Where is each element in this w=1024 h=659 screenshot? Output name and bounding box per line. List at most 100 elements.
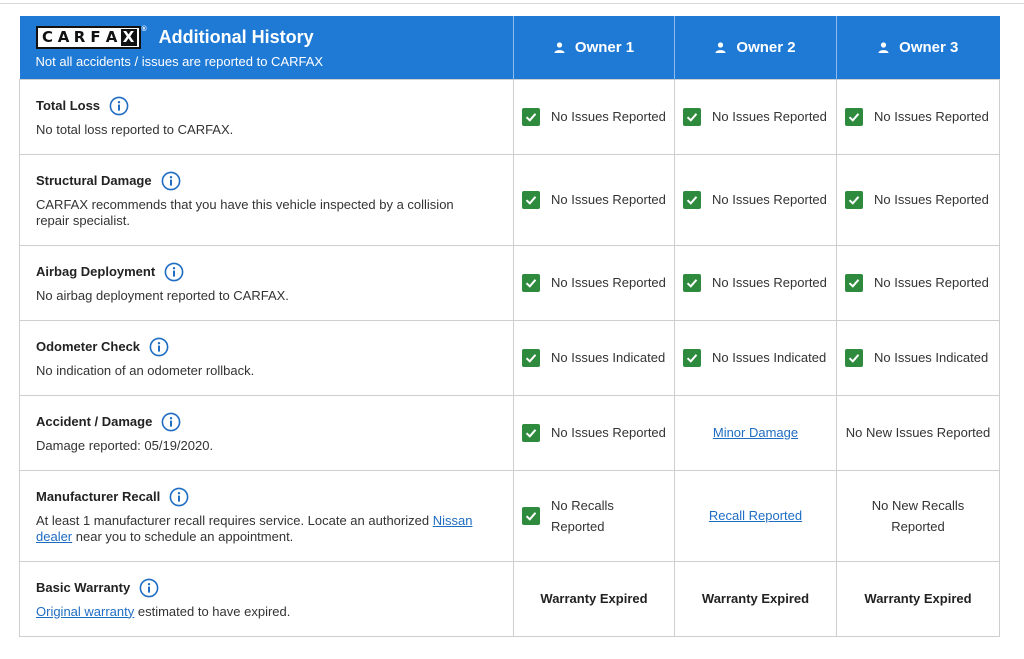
status-text: No Issues Reported	[874, 109, 989, 124]
row-description: No airbag deployment reported to CARFAX.	[36, 287, 289, 303]
status-text: No Issues Reported	[551, 275, 666, 290]
owner-3-status: No Issues Reported	[836, 153, 1000, 246]
owner-3-status: Warranty Expired	[836, 560, 1000, 637]
status-text: No Issues Indicated	[551, 350, 666, 365]
info-icon[interactable]	[164, 262, 184, 282]
recall-desc-tail: near you to schedule an appointment.	[72, 528, 294, 544]
status-text: No Issues Reported	[551, 192, 666, 207]
checkmark-icon	[522, 190, 540, 209]
owner-3-status: No Issues Reported	[836, 244, 1000, 321]
status-text: No Issues Reported	[874, 192, 989, 207]
info-icon[interactable]	[109, 96, 129, 116]
row-description: Damage reported: 05/19/2020.	[36, 437, 214, 453]
checkmark-icon	[845, 190, 863, 209]
checkmark-icon	[522, 107, 540, 126]
status-text: No Issues Reported	[712, 192, 827, 207]
owner-2-status: No Issues Reported	[674, 78, 837, 155]
info-icon[interactable]	[139, 578, 159, 598]
row-title: Manufacturer Recall	[36, 489, 161, 504]
status-text: No Issues Indicated	[712, 350, 827, 365]
owner-1-status: No Issues Reported	[513, 394, 675, 471]
carfax-logo: CARFAX	[35, 25, 141, 49]
checkmark-icon	[683, 348, 701, 367]
row-title: Airbag Deployment	[36, 264, 156, 279]
status-text: No Recalls Reported	[551, 497, 614, 534]
table-header-row: CARFAX ® Additional History Not all acci…	[19, 16, 1000, 79]
status-text: No New Recalls Reported	[871, 497, 965, 534]
checkmark-icon	[522, 423, 540, 442]
info-icon[interactable]	[161, 412, 181, 432]
owner-label: Owner 3	[899, 38, 959, 56]
checkmark-icon	[683, 273, 701, 292]
owner-1-status: No Issues Reported	[513, 244, 675, 321]
row-description-cell: Structural Damage CARFAX recommends that…	[19, 153, 514, 246]
status-text: No Issues Reported	[874, 275, 989, 290]
owner-1-status: No Issues Reported	[513, 78, 675, 155]
owner-3-status: No New Recalls Reported	[836, 469, 1000, 562]
owner-2-status: No Issues Indicated	[674, 319, 837, 396]
row-title: Basic Warranty	[36, 580, 131, 595]
row-description-cell: Accident / Damage Damage reported: 05/19…	[19, 394, 514, 471]
section-subtitle: Not all accidents / issues are reported …	[35, 53, 324, 69]
owner-1-status: Warranty Expired	[513, 560, 675, 637]
status-text: No Issues Reported	[551, 425, 666, 440]
owner-2-status: No Issues Reported	[674, 244, 837, 321]
checkmark-icon	[522, 348, 540, 367]
status-text: Warranty Expired	[540, 591, 648, 606]
history-row-odometer-check: Odometer Check No indication of an odome…	[19, 319, 1000, 396]
row-description-cell: Manufacturer Recall At least 1 manufactu…	[19, 469, 514, 562]
row-title: Accident / Damage	[36, 414, 153, 429]
owner-2-status: No Issues Reported	[674, 153, 837, 246]
row-title: Odometer Check	[36, 339, 141, 354]
row-description-cell: Total Loss No total loss reported to CAR…	[19, 78, 514, 155]
checkmark-icon	[845, 348, 863, 367]
checkmark-icon	[522, 273, 540, 292]
info-icon[interactable]	[149, 337, 169, 357]
checkmark-icon	[522, 506, 540, 525]
row-description-cell: Basic Warranty Original warranty estimat…	[19, 560, 514, 637]
person-icon	[878, 42, 889, 53]
owner-3-status: No Issues Indicated	[836, 319, 1000, 396]
owner-1-status: No Issues Reported	[513, 153, 675, 246]
row-title: Total Loss	[36, 98, 101, 113]
owner-label: Owner 2	[736, 38, 796, 56]
row-title: Structural Damage	[36, 173, 152, 188]
owner-label: Owner 1	[574, 38, 635, 56]
row-description: CARFAX recommends that you have this veh…	[36, 196, 454, 228]
info-icon[interactable]	[169, 487, 189, 507]
status-text: Warranty Expired	[701, 591, 810, 606]
recall-reported-link[interactable]: Recall Reported	[709, 508, 802, 523]
owner-1-status: No Issues Indicated	[513, 319, 675, 396]
status-text: No Issues Reported	[551, 109, 666, 124]
owner-1-status: No Recalls Reported	[513, 469, 675, 562]
person-icon	[554, 42, 565, 53]
history-row-basic-warranty: Basic Warranty Original warranty estimat…	[19, 560, 1000, 637]
row-description-cell: Airbag Deployment No airbag deployment r…	[19, 244, 514, 321]
row-description: No total loss reported to CARFAX.	[36, 121, 234, 137]
checkmark-icon	[683, 107, 701, 126]
owner-2-header: Owner 2	[674, 16, 837, 79]
row-description: Original warranty estimated to have expi…	[36, 604, 497, 620]
owner-2-status: Warranty Expired	[674, 560, 837, 637]
checkmark-icon	[845, 107, 863, 126]
original-warranty-link[interactable]: Original warranty	[36, 604, 134, 619]
section-title: Additional History	[158, 26, 314, 47]
history-row-airbag-deployment: Airbag Deployment No airbag deployment r…	[19, 244, 1000, 321]
owner-3-status: No New Issues Reported	[836, 394, 1000, 471]
owner-3-header: Owner 3	[836, 16, 1000, 79]
row-description-cell: Odometer Check No indication of an odome…	[19, 319, 514, 396]
top-divider	[0, 3, 1024, 4]
owner-2-status: Recall Reported	[674, 469, 837, 562]
person-icon	[715, 42, 726, 53]
checkmark-icon	[845, 273, 863, 292]
owner-1-header: Owner 1	[513, 16, 675, 79]
row-description: At least 1 manufacturer recall requires …	[36, 513, 498, 545]
history-row-manufacturer-recall: Manufacturer Recall At least 1 manufactu…	[19, 469, 1000, 562]
recall-desc-text: At least 1 manufacturer recall requires …	[36, 512, 433, 528]
history-row-structural-damage: Structural Damage CARFAX recommends that…	[19, 153, 1000, 246]
info-icon[interactable]	[161, 171, 181, 191]
owner-2-status: Minor Damage	[674, 394, 837, 471]
row-description: No indication of an odometer rollback.	[36, 362, 255, 378]
status-text: Warranty Expired	[864, 591, 972, 606]
minor-damage-link[interactable]: Minor Damage	[713, 425, 798, 440]
